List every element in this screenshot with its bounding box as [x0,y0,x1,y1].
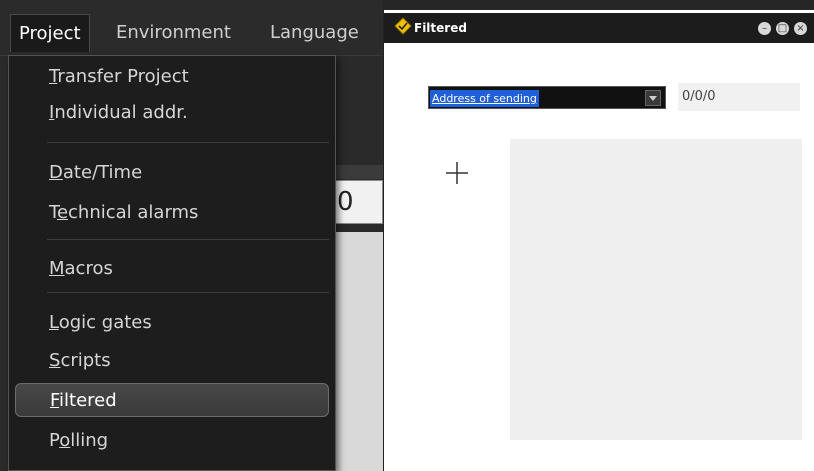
project-dropdown-menu: Transfer Project Individual addr. Date/T… [8,55,336,471]
yellow-diamond-icon [394,17,412,35]
filtered-dialog: Filtered – □ × Address of sending 0/0/0 [383,10,814,471]
minimize-icon[interactable]: – [758,22,771,35]
background-panel [333,232,383,471]
menu-item-macros[interactable]: Macros [15,252,329,286]
menu-language[interactable]: Language [262,14,367,52]
dialog-top-edge [383,0,814,10]
menu-separator [47,142,329,143]
menu-item-individual-addr[interactable]: Individual addr. [15,96,329,130]
address-select[interactable]: Address of sending [428,86,666,109]
dialog-titlebar[interactable]: Filtered – □ × [384,13,814,43]
menu-item-date-time[interactable]: Date/Time [15,156,329,190]
background-value-field: 0 [333,180,383,224]
dialog-title: Filtered [414,21,467,35]
menu-item-technical-alarms[interactable]: Technical alarms [15,196,329,230]
menu-project[interactable]: Project [10,14,90,52]
background-field-text: 0 [337,187,354,217]
menu-item-transfer-project[interactable]: Transfer Project [15,60,329,94]
address-select-value: Address of sending [430,90,539,107]
filter-list-area[interactable] [510,139,802,440]
plus-icon[interactable] [444,160,470,186]
background-toolbar [333,165,383,179]
menu-item-scripts[interactable]: Scripts [15,344,329,378]
address-value-field: 0/0/0 [678,83,800,111]
menu-environment[interactable]: Environment [108,14,239,52]
menu-separator [47,239,329,240]
menu-item-polling[interactable]: Polling [15,424,329,458]
maximize-icon[interactable]: □ [776,22,789,35]
chevron-down-icon[interactable] [645,90,661,106]
menubar: Project Environment Language [0,0,383,56]
menu-item-filtered[interactable]: Filtered [15,383,329,417]
menu-separator [47,292,329,293]
menu-item-logic-gates[interactable]: Logic gates [15,306,329,340]
close-icon[interactable]: × [794,22,807,35]
